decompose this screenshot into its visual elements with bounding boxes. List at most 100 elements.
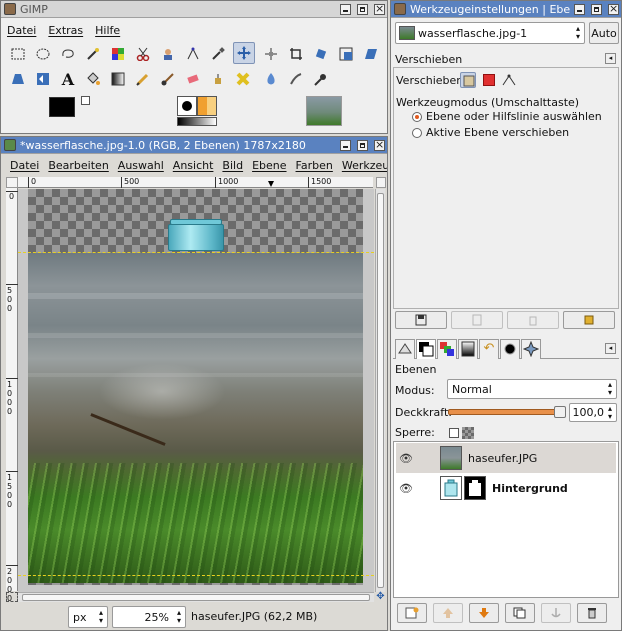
mode-radio-active[interactable] <box>412 128 422 138</box>
toolbox-titlebar[interactable]: GIMP <box>1 1 387 18</box>
menu-extras[interactable]: Extras <box>48 24 83 37</box>
active-image-thumbnail[interactable] <box>306 96 342 126</box>
tab-brushes[interactable] <box>500 339 520 359</box>
menu-bild[interactable]: Bild <box>222 159 243 172</box>
layer-name[interactable]: haseufer.JPG <box>468 452 537 465</box>
unit-selector[interactable]: px ▴ ▾ <box>68 606 108 628</box>
scale-icon[interactable] <box>335 43 357 65</box>
anchor-layer-button[interactable] <box>541 603 571 623</box>
tab-channels[interactable] <box>437 339 457 359</box>
vertical-ruler[interactable]: 0 500 1000 1500 2000 <box>6 188 18 603</box>
shear-icon[interactable] <box>360 43 382 65</box>
maximize-icon[interactable] <box>357 139 368 151</box>
vertical-scroll-thumb[interactable] <box>377 193 384 588</box>
horizontal-ruler[interactable]: 0 500 1000 1500 <box>18 177 373 188</box>
foreground-color-swatch[interactable] <box>49 97 75 117</box>
menu-bearbeiten[interactable]: Bearbeiten <box>48 159 108 172</box>
configure-tab-icon[interactable]: ◂ <box>605 53 616 64</box>
dodge-burn-icon[interactable] <box>310 68 332 90</box>
move-selection-icon[interactable] <box>483 74 495 86</box>
visibility-eye-icon[interactable]: 👁 <box>396 452 416 465</box>
new-layer-button[interactable] <box>397 603 427 623</box>
move-layer-icon[interactable] <box>460 72 476 88</box>
reset-colors-icon[interactable] <box>81 96 90 105</box>
gradient-preview[interactable] <box>177 117 217 126</box>
image-titlebar[interactable]: *wasserflasche.jpg-1.0 (RGB, 2 Ebenen) 1… <box>1 137 387 154</box>
menu-ansicht[interactable]: Ansicht <box>173 159 214 172</box>
opacity-slider[interactable] <box>448 406 566 418</box>
layer-row[interactable]: 👁 haseufer.JPG <box>396 443 616 473</box>
menu-datei[interactable]: Datei <box>10 159 39 172</box>
color-picker-icon[interactable] <box>207 43 229 65</box>
mode-radio-pick[interactable] <box>412 112 422 122</box>
perspective-icon[interactable] <box>7 68 29 90</box>
raise-layer-button[interactable] <box>433 603 463 623</box>
layer-name[interactable]: Hintergrund <box>492 482 568 495</box>
paths-icon[interactable] <box>182 43 204 65</box>
mode-option-active[interactable]: Aktive Ebene verschieben <box>426 126 569 139</box>
horizontal-scroll-thumb[interactable] <box>22 594 370 601</box>
smudge-icon[interactable] <box>285 68 307 90</box>
navigate-icon[interactable]: ✥ <box>375 592 386 602</box>
dock-titlebar[interactable]: Werkzeugeinstellungen | Ebene <box>391 1 621 18</box>
menu-farben[interactable]: Farben <box>296 159 333 172</box>
duplicate-layer-button[interactable] <box>505 603 535 623</box>
blur-icon[interactable] <box>260 68 282 90</box>
menu-datei[interactable]: Datei <box>7 24 36 37</box>
save-options-button[interactable] <box>395 311 447 329</box>
rect-select-icon[interactable] <box>7 43 29 65</box>
horizontal-scrollbar[interactable] <box>18 592 374 602</box>
zoom-selector[interactable]: 25% ▴ ▾ <box>112 606 186 628</box>
minimize-icon[interactable] <box>574 3 585 15</box>
foreground-select-icon[interactable] <box>157 43 179 65</box>
heal-icon[interactable] <box>232 68 254 90</box>
fuzzy-select-icon[interactable] <box>82 43 104 65</box>
layer-mask-thumbnail[interactable] <box>464 476 486 500</box>
delete-layer-button[interactable] <box>577 603 607 623</box>
layer-row[interactable]: 👁 Hintergrund <box>396 473 616 503</box>
text-tool-icon[interactable]: A <box>57 68 79 90</box>
auto-button[interactable]: Auto <box>589 22 619 44</box>
move-path-icon[interactable] <box>502 73 516 87</box>
tab-undo[interactable]: ↶ <box>479 339 499 359</box>
navigate-button[interactable] <box>376 177 386 188</box>
opacity-spinner[interactable]: 100,0 ▴ ▾ <box>569 403 617 422</box>
tab-layers[interactable] <box>416 339 436 359</box>
airbrush-icon[interactable] <box>207 68 229 90</box>
align-icon[interactable] <box>260 43 282 65</box>
menu-ebene[interactable]: Ebene <box>252 159 286 172</box>
paintbrush-icon[interactable] <box>157 68 179 90</box>
brush-preview[interactable] <box>177 96 197 116</box>
image-selector[interactable]: wasserflasche.jpg-1 ▴ ▾ <box>395 22 585 44</box>
close-icon[interactable] <box>374 138 385 151</box>
color-select-icon[interactable] <box>107 43 129 65</box>
layer-mode-selector[interactable]: Normal ▴ ▾ <box>447 379 617 399</box>
gradient-icon[interactable] <box>107 68 129 90</box>
opacity-slider-handle[interactable] <box>554 406 566 418</box>
move-tool-icon[interactable] <box>233 42 255 64</box>
reset-options-button[interactable] <box>563 311 615 329</box>
vertical-scrollbar[interactable] <box>375 189 385 592</box>
quick-mask-icon[interactable] <box>6 592 18 602</box>
bucket-fill-icon[interactable] <box>82 68 104 90</box>
crop-icon[interactable] <box>285 43 307 65</box>
maximize-icon[interactable] <box>591 3 602 15</box>
flip-icon[interactable] <box>32 68 54 90</box>
minimize-icon[interactable] <box>340 3 351 15</box>
tab-tool-options[interactable] <box>395 339 415 359</box>
canvas-area[interactable] <box>18 189 374 592</box>
lock-pixels-checkbox[interactable] <box>449 428 459 438</box>
restore-options-button[interactable] <box>451 311 503 329</box>
pencil-icon[interactable] <box>132 68 154 90</box>
visibility-eye-icon[interactable]: 👁 <box>396 482 416 495</box>
close-icon[interactable] <box>608 2 619 15</box>
delete-options-button[interactable] <box>507 311 559 329</box>
tab-paths[interactable] <box>458 339 478 359</box>
menu-werkzeuge[interactable]: Werkzeuge <box>342 159 387 172</box>
rotate-icon[interactable] <box>310 43 332 65</box>
mode-option-pick[interactable]: Ebene oder Hilfslinie auswählen <box>426 110 602 123</box>
lower-layer-button[interactable] <box>469 603 499 623</box>
close-icon[interactable] <box>374 2 385 15</box>
scissors-icon[interactable] <box>132 43 154 65</box>
eraser-icon[interactable] <box>182 68 204 90</box>
